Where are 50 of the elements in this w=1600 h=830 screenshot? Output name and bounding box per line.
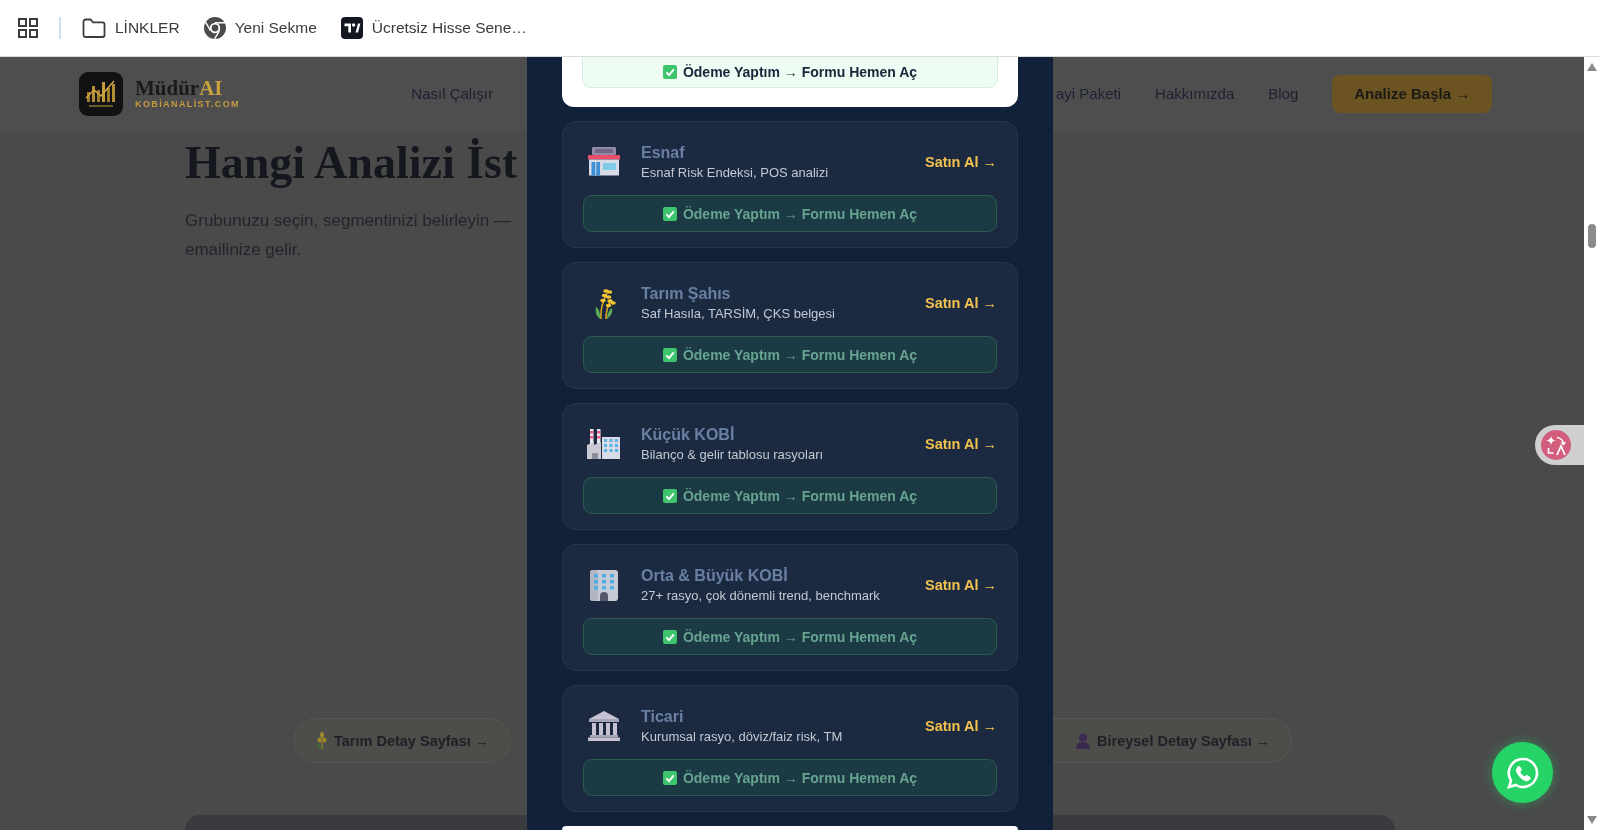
check-icon — [662, 488, 677, 503]
package-description: Saf Hasıla, TARSİM, ÇKS belgesi — [641, 305, 835, 323]
package-title: Küçük KOBİ — [641, 425, 735, 445]
office-building-icon — [587, 569, 621, 601]
store-icon — [587, 146, 621, 178]
check-icon — [662, 347, 677, 362]
columns-building-icon — [587, 710, 621, 742]
bookmark-link[interactable]: Yeni Sekme — [203, 17, 317, 39]
package-title: Ticari — [641, 707, 684, 727]
payment-confirm-button[interactable]: Ödeme Yaptım → Formu Hemen Aç — [583, 618, 997, 655]
start-analysis-button[interactable]: Analize Başla → — [1332, 74, 1493, 113]
bookmark-link[interactable]: Ücretsiz Hisse Sene… — [340, 17, 527, 39]
buy-link[interactable]: Satın Al → — [925, 718, 997, 734]
check-icon — [662, 65, 677, 79]
payment-confirm-button[interactable]: Ödeme Yaptım → Formu Hemen Aç — [583, 195, 997, 232]
package-title: Orta & Büyük KOBİ — [641, 566, 788, 586]
browser-icon — [203, 17, 226, 39]
payment-confirm-button[interactable]: Ödeme Yaptım → Formu Hemen Aç — [582, 57, 998, 88]
buy-link[interactable]: Satın Al → — [925, 436, 997, 452]
scroll-down-icon[interactable] — [1587, 816, 1597, 824]
package-title: Tarım Şahıs — [641, 284, 731, 304]
phone-bubble-icon — [1505, 755, 1540, 790]
brand-domain: KOBİANALİST.COM — [135, 99, 240, 110]
scrollbar-thumb[interactable] — [1588, 224, 1596, 248]
payment-confirm-button[interactable]: Ödeme Yaptım → Formu Hemen Aç — [583, 477, 997, 514]
package-description: Esnaf Risk Endeksi, POS analizi — [641, 164, 829, 182]
apps-icon[interactable] — [18, 18, 38, 38]
package-description: Bilanço & gelir tablosu rasyoları — [641, 446, 824, 464]
person-icon — [1075, 732, 1091, 749]
wheat-icon — [316, 731, 328, 750]
check-icon — [662, 629, 677, 644]
buy-link[interactable]: Satın Al → — [925, 295, 997, 311]
check-icon — [662, 770, 677, 785]
logo-icon[interactable] — [79, 71, 123, 116]
tile-logo-icon — [340, 17, 363, 39]
buy-link[interactable]: Satın Al → — [925, 154, 997, 170]
package-description: 27+ rasyo, çok dönemli trend, benchmark — [641, 587, 880, 605]
scroll-up-icon[interactable] — [1587, 63, 1597, 71]
payment-confirm-button[interactable]: Ödeme Yaptım → Formu Hemen Aç — [583, 336, 997, 373]
buy-link[interactable]: Satın Al → — [925, 577, 997, 593]
payment-confirm-button[interactable]: Ödeme Yaptım → Formu Hemen Aç — [583, 759, 997, 796]
package-description: Kurumsal rasyo, döviz/faiz risk, TM — [641, 728, 843, 746]
brand-name[interactable]: MüdürAI — [135, 77, 240, 99]
bookmark-link[interactable]: LİNKLER — [82, 18, 180, 38]
check-icon — [662, 206, 677, 221]
sparkle-icon — [1541, 430, 1571, 460]
folder-icon — [82, 18, 106, 38]
package-title: Esnaf — [641, 143, 685, 163]
translate-button[interactable] — [1535, 425, 1584, 465]
factory-icon — [587, 428, 621, 460]
